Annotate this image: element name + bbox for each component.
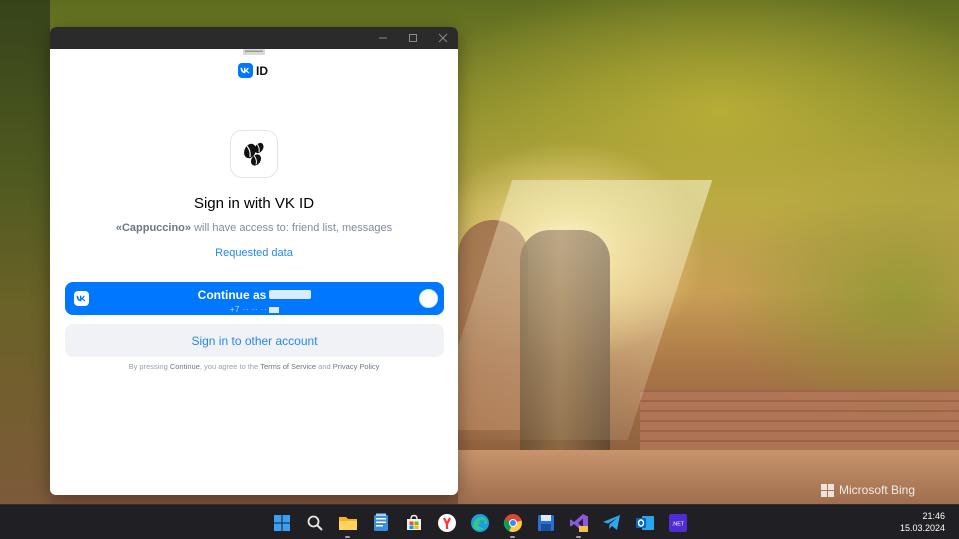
terms-notice: By pressing Continue, you agree to the T… — [50, 362, 458, 371]
redacted-phone-digits — [269, 306, 280, 313]
svg-text:.NET: .NET — [671, 521, 684, 527]
taskbar: .NET 21:46 15.03.2024 — [0, 504, 959, 539]
minimize-button[interactable] — [368, 27, 398, 49]
save-disk-icon[interactable] — [532, 509, 559, 536]
vk-id-logo-text: ID — [256, 63, 268, 78]
yandex-browser-icon[interactable] — [433, 509, 460, 536]
dialog-content: ID Sign in with VK ID «Cappuccino» will … — [50, 49, 458, 495]
coffee-beans-icon — [244, 142, 264, 166]
windows-start-icon[interactable] — [268, 509, 295, 536]
continue-label-wrap: Continue as +7 ·· ·· ·· — [65, 286, 444, 314]
chrome-icon[interactable] — [499, 509, 526, 538]
close-button[interactable] — [428, 27, 458, 49]
clock-date: 15.03.2024 — [899, 523, 945, 533]
wallpaper-brick-wall — [640, 390, 959, 450]
maximize-icon — [409, 34, 417, 42]
microsoft-store-icon[interactable] — [400, 509, 427, 536]
requested-data-link[interactable]: Requested data — [50, 247, 458, 259]
clock-time: 21:46 — [922, 511, 945, 521]
terms-prefix: By pressing — [128, 362, 170, 371]
access-text: will have access to: friend list, messag… — [191, 222, 393, 234]
dialog-title: Sign in with VK ID — [193, 195, 315, 212]
access-description: «Cappuccino» will have access to: friend… — [50, 222, 458, 234]
outlook-icon[interactable] — [631, 509, 658, 536]
edge-icon[interactable] — [466, 509, 493, 536]
vk-id-window: ID Sign in with VK ID «Cappuccino» will … — [50, 27, 458, 495]
close-icon — [438, 33, 448, 43]
notepad-icon[interactable] — [367, 509, 394, 536]
system-clock[interactable]: 21:46 15.03.2024 — [900, 510, 945, 534]
app-icon-cappuccino — [230, 130, 278, 178]
vk-logo-icon — [238, 63, 253, 78]
window-titlebar[interactable] — [50, 27, 458, 49]
terms-and: and — [316, 362, 333, 371]
terms-of-service-link[interactable]: Terms of Service — [260, 362, 316, 371]
terms-middle: , you agree to the — [199, 362, 261, 371]
visual-studio-icon[interactable] — [565, 509, 592, 538]
phone-number: +7 ·· ·· ·· — [65, 305, 444, 314]
window-drag-handle[interactable] — [243, 49, 265, 57]
terms-continue-word: Continue — [169, 362, 200, 371]
taskbar-icons: .NET — [268, 505, 691, 539]
dotnet-icon[interactable]: .NET — [664, 509, 691, 536]
app-name: «Cappuccino» — [115, 222, 192, 234]
telegram-icon[interactable] — [598, 509, 625, 536]
bing-watermark[interactable]: Microsoft Bing — [821, 481, 915, 499]
continue-as-button[interactable]: Continue as +7 ·· ·· ·· — [65, 282, 444, 315]
file-explorer-icon[interactable] — [334, 509, 361, 538]
sign-in-other-account-button[interactable]: Sign in to other account — [65, 324, 444, 357]
user-avatar — [419, 289, 438, 308]
wallpaper-foliage-left — [0, 0, 50, 504]
search-icon[interactable] — [301, 509, 328, 536]
vk-id-logo: ID — [238, 63, 268, 78]
phone-masked: +7 ·· ·· ·· — [229, 305, 268, 314]
redacted-user-name — [269, 290, 312, 300]
bing-watermark-text: Microsoft Bing — [839, 483, 916, 497]
continue-label: Continue as — [197, 288, 267, 302]
maximize-button[interactable] — [398, 27, 428, 49]
minimize-icon — [379, 37, 387, 39]
bing-logo-icon — [821, 483, 834, 497]
privacy-policy-link[interactable]: Privacy Policy — [333, 362, 380, 371]
